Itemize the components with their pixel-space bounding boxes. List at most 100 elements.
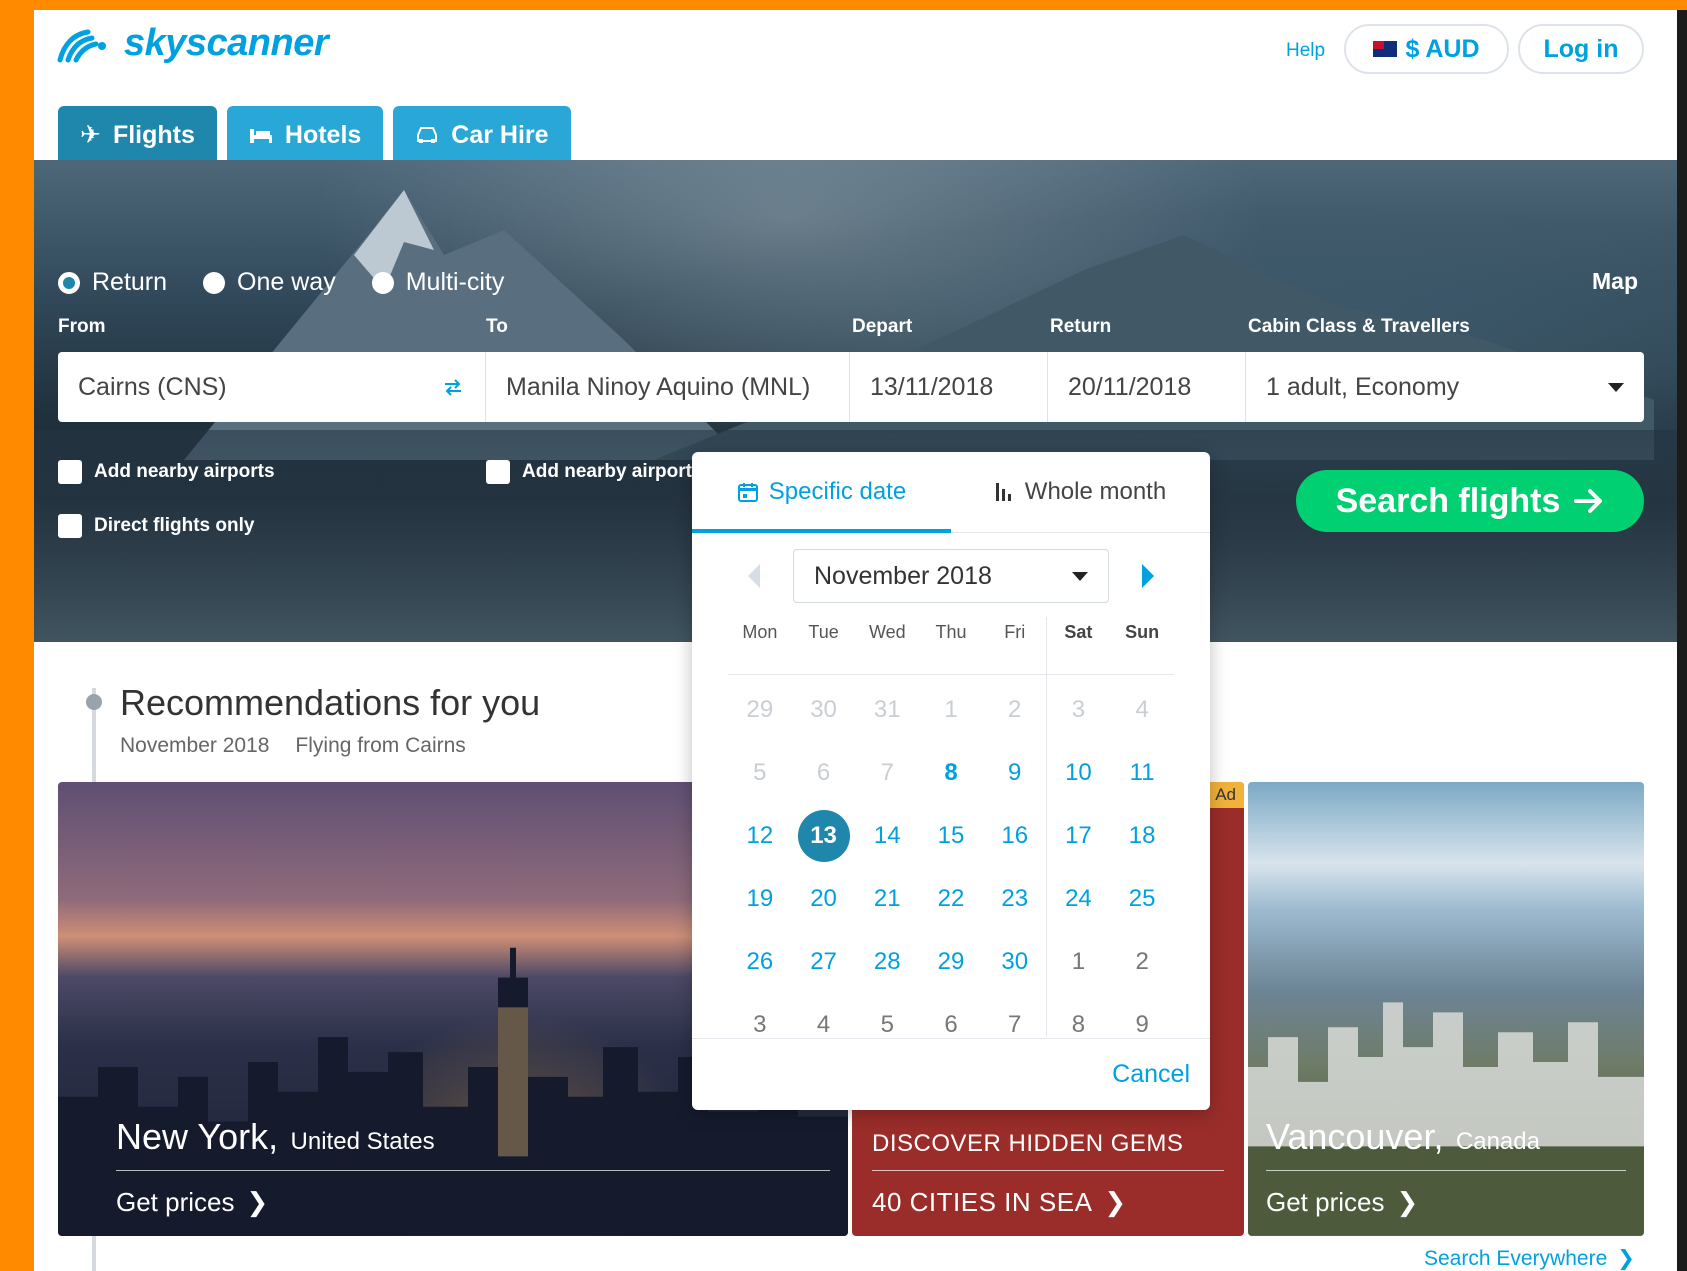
get-prices-link[interactable]: Get prices ❯: [116, 1187, 830, 1218]
bar-chart-icon: [995, 483, 1011, 501]
logo-text: skyscanner: [124, 22, 329, 64]
checkbox-icon: [58, 460, 82, 484]
return-field[interactable]: 20/11/2018: [1048, 352, 1246, 422]
from-label: From: [58, 316, 106, 337]
bed-icon: [249, 129, 272, 143]
nearby-to-checkbox[interactable]: Add nearby airports: [486, 460, 703, 484]
calendar-day[interactable]: 26: [728, 934, 792, 990]
recommendations-month: November 2018: [120, 734, 270, 757]
nearby-to-label: Add nearby airports: [522, 461, 703, 482]
calendar-day[interactable]: 25: [1110, 871, 1174, 927]
checkbox-icon: [486, 460, 510, 484]
calendar-day: 29: [746, 696, 774, 723]
cancel-button[interactable]: Cancel: [1112, 1060, 1190, 1089]
calendar-day[interactable]: 17: [1047, 808, 1111, 864]
chevron-down-icon: [1072, 571, 1088, 581]
arrow-right-icon: [1574, 489, 1603, 513]
calendar-day[interactable]: 23: [983, 871, 1047, 927]
timeline-dot: [86, 694, 102, 710]
weekday-label: Sun: [1125, 622, 1160, 642]
trip-return-radio[interactable]: Return: [58, 268, 167, 297]
chevron-right-icon: ❯: [246, 1187, 269, 1217]
calendar-day[interactable]: 15: [919, 808, 983, 864]
calendar-day-selected[interactable]: 13: [792, 808, 856, 864]
direct-flights-label: Direct flights only: [94, 515, 255, 536]
cabin-class-select[interactable]: 1 adult, Economy: [1246, 352, 1644, 422]
calendar-day: 4: [1135, 696, 1149, 723]
calendar-icon: [737, 483, 758, 502]
calendar-days: 29 30 31 1 2 3 4 5 6 7 8 9 10 11 12 13 1…: [728, 682, 1174, 1053]
trip-one-way-label: One way: [237, 268, 336, 296]
tab-flights-label: Flights: [112, 120, 195, 149]
tab-hotels-label: Hotels: [284, 120, 362, 149]
tab-flights[interactable]: ✈ Flights: [58, 106, 217, 164]
card-divider: [116, 1170, 830, 1171]
calendar-day[interactable]: 1: [1047, 934, 1111, 990]
calendar-day[interactable]: 11: [1110, 745, 1174, 801]
previous-month-icon[interactable]: [748, 564, 760, 588]
calendar-day[interactable]: 30: [983, 934, 1047, 990]
calendar-day[interactable]: 14: [855, 808, 919, 864]
calendar-day[interactable]: 8: [919, 745, 983, 801]
ad-link[interactable]: 40 CITIES IN SEA ❯: [872, 1187, 1224, 1218]
to-label: To: [486, 316, 508, 337]
help-link[interactable]: Help: [1286, 40, 1325, 62]
logo[interactable]: skyscanner: [56, 22, 329, 65]
search-bar: Cairns (CNS) Manila Ninoy Aquino (MNL) 1…: [58, 352, 1644, 422]
calendar-day[interactable]: 16: [983, 808, 1047, 864]
weekday-label: Sat: [1064, 622, 1093, 642]
tab-car-hire[interactable]: Car Hire: [393, 106, 571, 164]
get-prices-link[interactable]: Get prices ❯: [1266, 1187, 1626, 1218]
destination-card-vancouver[interactable]: Vancouver, Canada Get prices ❯: [1248, 782, 1644, 1236]
plane-icon: ✈: [80, 121, 101, 149]
next-month-icon[interactable]: [1142, 564, 1154, 588]
month-navigation: November 2018: [748, 548, 1154, 604]
weekday-header: Mon Tue Wed Thu Fri Sat Sun: [728, 622, 1174, 643]
calendar-day[interactable]: 10: [1047, 745, 1111, 801]
search-flights-label: Search flights: [1335, 481, 1561, 520]
from-field[interactable]: Cairns (CNS): [58, 352, 486, 422]
login-button[interactable]: Log in: [1518, 24, 1644, 74]
swap-icon[interactable]: [441, 377, 465, 397]
tab-specific-date[interactable]: Specific date: [692, 452, 951, 533]
depart-field[interactable]: 13/11/2018: [850, 352, 1048, 422]
calendar-day[interactable]: 18: [1110, 808, 1174, 864]
currency-button[interactable]: $ AUD: [1344, 24, 1509, 74]
calendar-day: 6: [816, 759, 831, 786]
search-flights-button[interactable]: Search flights: [1296, 470, 1644, 532]
calendar-day[interactable]: 9: [983, 745, 1047, 801]
calendar-day[interactable]: 22: [919, 871, 983, 927]
calendar-divider: [728, 674, 1174, 675]
direct-flights-checkbox[interactable]: Direct flights only: [58, 514, 254, 538]
card-city: New York,: [116, 1116, 279, 1157]
radio-icon: [203, 271, 226, 294]
calendar-day[interactable]: 24: [1047, 871, 1111, 927]
ad-content: DISCOVER HIDDEN GEMS 40 CITIES IN SEA ❯: [872, 1130, 1224, 1218]
calendar-day[interactable]: 2: [1110, 934, 1174, 990]
card-divider: [1266, 1170, 1626, 1171]
map-link[interactable]: Map: [1592, 268, 1638, 295]
month-select[interactable]: November 2018: [793, 549, 1109, 603]
calendar-day[interactable]: 20: [792, 871, 856, 927]
tab-hotels[interactable]: Hotels: [226, 106, 384, 164]
window-frame-left: [0, 0, 34, 1271]
calendar-day[interactable]: 28: [855, 934, 919, 990]
to-field[interactable]: Manila Ninoy Aquino (MNL): [486, 352, 850, 422]
calendar-day[interactable]: 27: [792, 934, 856, 990]
calendar-day[interactable]: 12: [728, 808, 792, 864]
trip-multi-city-radio[interactable]: Multi-city: [371, 268, 504, 297]
calendar-day: 31: [873, 696, 901, 723]
tab-whole-month[interactable]: Whole month: [951, 452, 1210, 532]
calendar-day[interactable]: 21: [855, 871, 919, 927]
search-everywhere-link[interactable]: Search Everywhere ❯: [1424, 1246, 1635, 1271]
calendar-day: 7: [880, 759, 894, 786]
page: skyscanner Help $ AUD Log in ✈ Flights H…: [34, 10, 1677, 1271]
australia-flag-icon: [1373, 41, 1398, 57]
calendar-day[interactable]: 29: [919, 934, 983, 990]
trip-type-selector: Return One way Multi-city: [58, 268, 504, 297]
currency-label: $ AUD: [1405, 34, 1480, 63]
weekday-label: Thu: [935, 622, 967, 642]
calendar-day[interactable]: 19: [728, 871, 792, 927]
trip-one-way-radio[interactable]: One way: [203, 268, 336, 297]
nearby-from-checkbox[interactable]: Add nearby airports: [58, 460, 275, 484]
